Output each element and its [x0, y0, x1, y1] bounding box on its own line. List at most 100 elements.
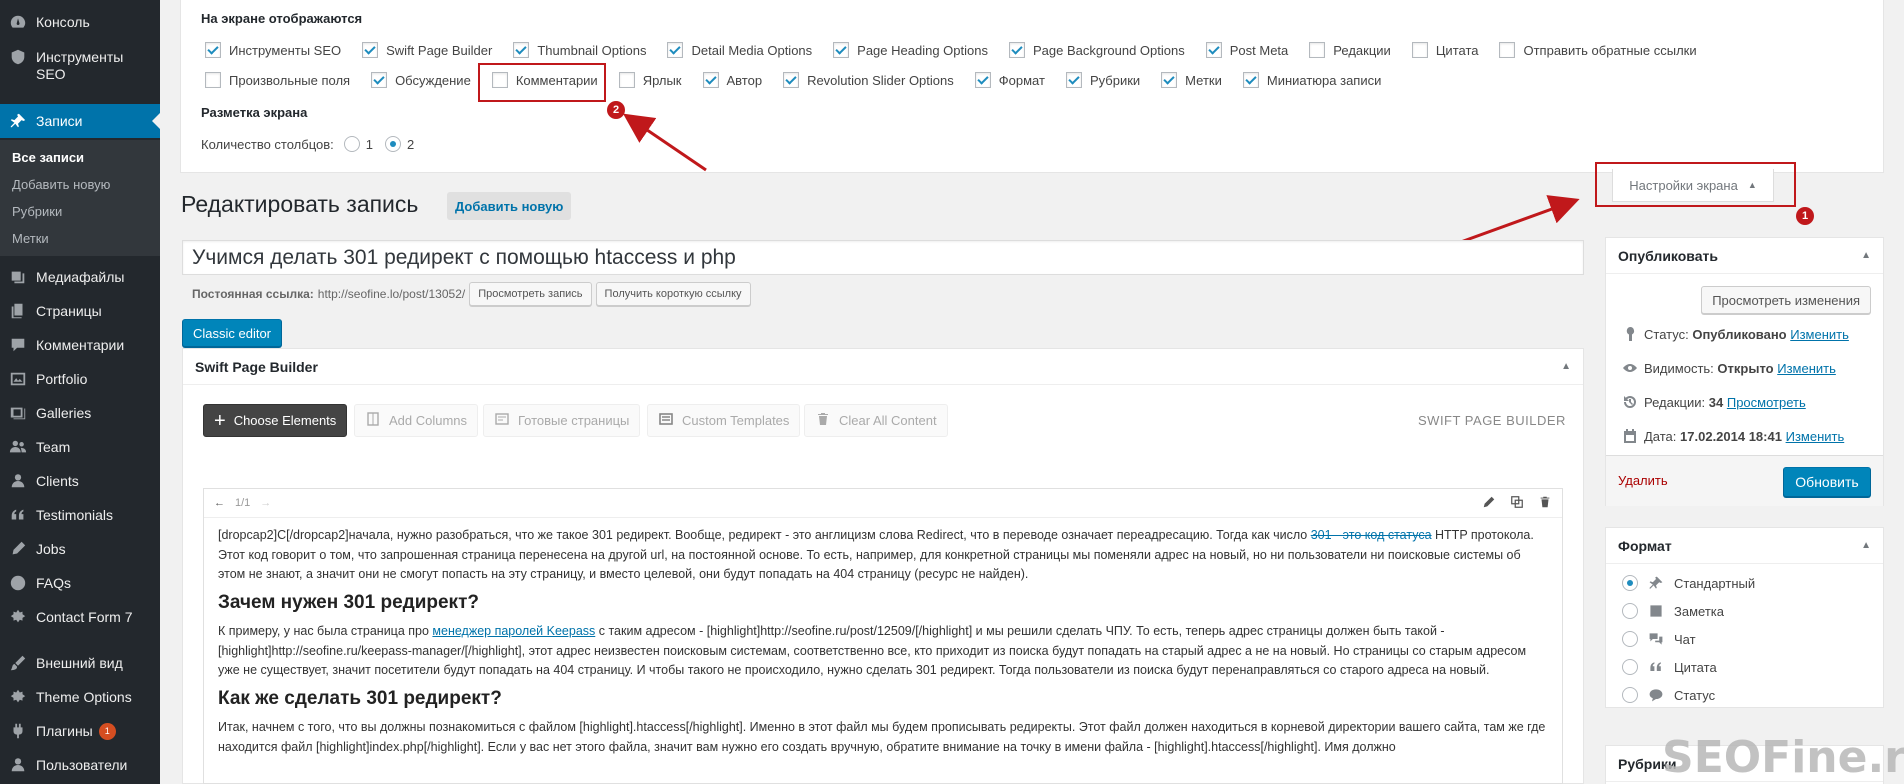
menu-item-pages[interactable]: Страницы: [0, 294, 160, 328]
screen-option-checkbox[interactable]: [362, 42, 379, 58]
screen-option-option[interactable]: Swift Page Builder: [362, 42, 492, 58]
menu-item-dashboard[interactable]: Консоль: [0, 5, 160, 39]
screen-option-checkbox[interactable]: [783, 72, 800, 88]
format-radio-status[interactable]: [1622, 687, 1638, 703]
screen-option-checkbox[interactable]: [205, 72, 221, 88]
menu-item-jobs[interactable]: Jobs: [0, 532, 160, 566]
screen-option-option[interactable]: Инструменты SEO: [205, 42, 341, 58]
caret-up-icon[interactable]: ▲: [1861, 250, 1871, 261]
screen-option-option[interactable]: Произвольные поля: [205, 72, 350, 88]
menu-item-galleries[interactable]: Galleries: [0, 396, 160, 430]
format-option-standard[interactable]: Стандартный: [1622, 575, 1755, 591]
columns-option-1[interactable]: 1: [343, 136, 373, 152]
ready-pages-button[interactable]: Готовые страницы: [483, 404, 641, 437]
update-button[interactable]: Обновить: [1783, 467, 1871, 497]
menu-item-seo-tools[interactable]: Инструменты SEO: [0, 40, 160, 92]
screen-option-checkbox[interactable]: [667, 42, 684, 58]
edit-date-link[interactable]: Изменить: [1786, 429, 1845, 444]
keepass-link[interactable]: менеджер паролей Keepass: [432, 624, 595, 638]
permalink-url[interactable]: http://seofine.lo/post/13052/: [318, 287, 465, 301]
publish-box-header[interactable]: Опубликовать ▲: [1606, 238, 1883, 274]
screen-option-option[interactable]: Обсуждение: [371, 72, 471, 88]
screen-option-checkbox[interactable]: [371, 72, 388, 88]
menu-item-contact-form[interactable]: Contact Form 7: [0, 600, 160, 634]
submenu-add-new[interactable]: Добавить новую: [12, 177, 110, 192]
screen-option-checkbox[interactable]: [513, 42, 530, 58]
clone-icon[interactable]: [1510, 495, 1524, 512]
columns-radio-1[interactable]: [343, 136, 360, 152]
format-radio-standard[interactable]: [1622, 575, 1638, 591]
screen-option-checkbox[interactable]: [1205, 42, 1222, 58]
get-short-link-button[interactable]: Получить короткую ссылку: [595, 282, 751, 306]
delete-post-link[interactable]: Удалить: [1618, 473, 1668, 488]
format-option-aside[interactable]: Заметка: [1622, 603, 1724, 619]
caret-up-icon[interactable]: ▲: [1561, 361, 1571, 372]
custom-templates-button[interactable]: Custom Templates: [647, 404, 801, 437]
menu-item-portfolio[interactable]: Portfolio: [0, 362, 160, 396]
add-new-post-button[interactable]: Добавить новую: [447, 192, 572, 220]
format-option-status[interactable]: Статус: [1622, 687, 1715, 703]
menu-item-comments[interactable]: Комментарии: [0, 328, 160, 362]
columns-radio-2[interactable]: [385, 136, 401, 152]
menu-item-testimonials[interactable]: Testimonials: [0, 498, 160, 532]
screen-option-checkbox[interactable]: [205, 42, 221, 58]
screen-option-checkbox[interactable]: [618, 72, 635, 88]
submenu-tags[interactable]: Метки: [12, 231, 49, 246]
edit-status-link[interactable]: Изменить: [1790, 327, 1849, 342]
columns-option-2[interactable]: 2: [385, 136, 414, 152]
menu-item-plugins[interactable]: Плагины 1: [0, 714, 160, 748]
menu-item-users[interactable]: Пользователи: [0, 748, 160, 782]
screen-option-option[interactable]: Detail Media Options: [667, 42, 812, 58]
post-title-input[interactable]: Учимся делать 301 редирект с помощью hta…: [182, 240, 1584, 275]
format-radio-quote[interactable]: [1622, 659, 1638, 675]
screen-option-option[interactable]: Цитата: [1411, 42, 1478, 58]
edit-visibility-link[interactable]: Изменить: [1777, 361, 1836, 376]
menu-item-media[interactable]: Медиафайлы: [0, 260, 160, 294]
menu-item-faqs[interactable]: FAQs: [0, 566, 160, 600]
screen-option-option[interactable]: Revolution Slider Options: [783, 72, 954, 88]
screen-option-checkbox[interactable]: [1499, 42, 1516, 58]
screen-option-option[interactable]: Рубрики: [1065, 72, 1140, 88]
screen-option-option[interactable]: Автор: [702, 72, 762, 88]
view-post-button[interactable]: Просмотреть запись: [469, 282, 592, 306]
menu-item-theme-options[interactable]: Theme Options: [0, 680, 160, 714]
screen-option-checkbox[interactable]: [1065, 72, 1082, 88]
screen-option-option[interactable]: Ярлык: [618, 72, 682, 88]
post-content-text[interactable]: [dropcap2]С[/dropcap2]начала, нужно разо…: [204, 518, 1562, 771]
submenu-all-posts[interactable]: Все записи: [12, 150, 84, 165]
format-radio-chat[interactable]: [1622, 631, 1638, 647]
menu-item-posts[interactable]: Записи: [0, 104, 160, 138]
screen-option-option[interactable]: Отправить обратные ссылки: [1499, 42, 1697, 58]
preview-changes-button[interactable]: Просмотреть изменения: [1701, 286, 1871, 314]
arrow-left-icon[interactable]: ←: [214, 497, 225, 509]
format-radio-aside[interactable]: [1622, 603, 1638, 619]
screen-option-option[interactable]: Post Meta: [1205, 42, 1288, 58]
format-box-header[interactable]: Формат ▲: [1606, 528, 1883, 564]
screen-option-option[interactable]: Метки: [1161, 72, 1222, 88]
screen-option-checkbox[interactable]: [1242, 72, 1259, 88]
menu-item-clients[interactable]: Clients: [0, 464, 160, 498]
edit-pencil-icon[interactable]: [1482, 495, 1496, 512]
screen-option-option[interactable]: Формат: [974, 72, 1045, 88]
screen-option-checkbox[interactable]: [974, 72, 991, 88]
screen-option-checkbox[interactable]: [1309, 42, 1326, 58]
swift-page-builder-header[interactable]: Swift Page Builder ▲: [183, 349, 1583, 385]
screen-option-checkbox[interactable]: [833, 42, 850, 58]
screen-option-option[interactable]: Thumbnail Options: [513, 42, 646, 58]
arrow-right-icon[interactable]: →: [260, 497, 271, 509]
clear-all-content-button[interactable]: Clear All Content: [804, 404, 948, 437]
screen-option-checkbox[interactable]: [1411, 42, 1428, 58]
screen-option-checkbox[interactable]: [702, 72, 719, 88]
screen-option-checkbox[interactable]: [1008, 42, 1025, 58]
submenu-categories[interactable]: Рубрики: [12, 204, 62, 219]
add-columns-button[interactable]: Add Columns: [354, 404, 479, 437]
menu-item-appearance[interactable]: Внешний вид: [0, 646, 160, 680]
screen-option-checkbox[interactable]: [1161, 72, 1178, 88]
screen-option-option[interactable]: Миниатюра записи: [1242, 72, 1381, 88]
format-option-quote[interactable]: Цитата: [1622, 659, 1717, 675]
menu-item-team[interactable]: Team: [0, 430, 160, 464]
delete-icon[interactable]: [1538, 495, 1552, 512]
choose-elements-button[interactable]: + Choose Elements: [203, 404, 348, 437]
screen-option-option[interactable]: Page Heading Options: [833, 42, 988, 58]
screen-option-option[interactable]: Page Background Options: [1008, 42, 1185, 58]
